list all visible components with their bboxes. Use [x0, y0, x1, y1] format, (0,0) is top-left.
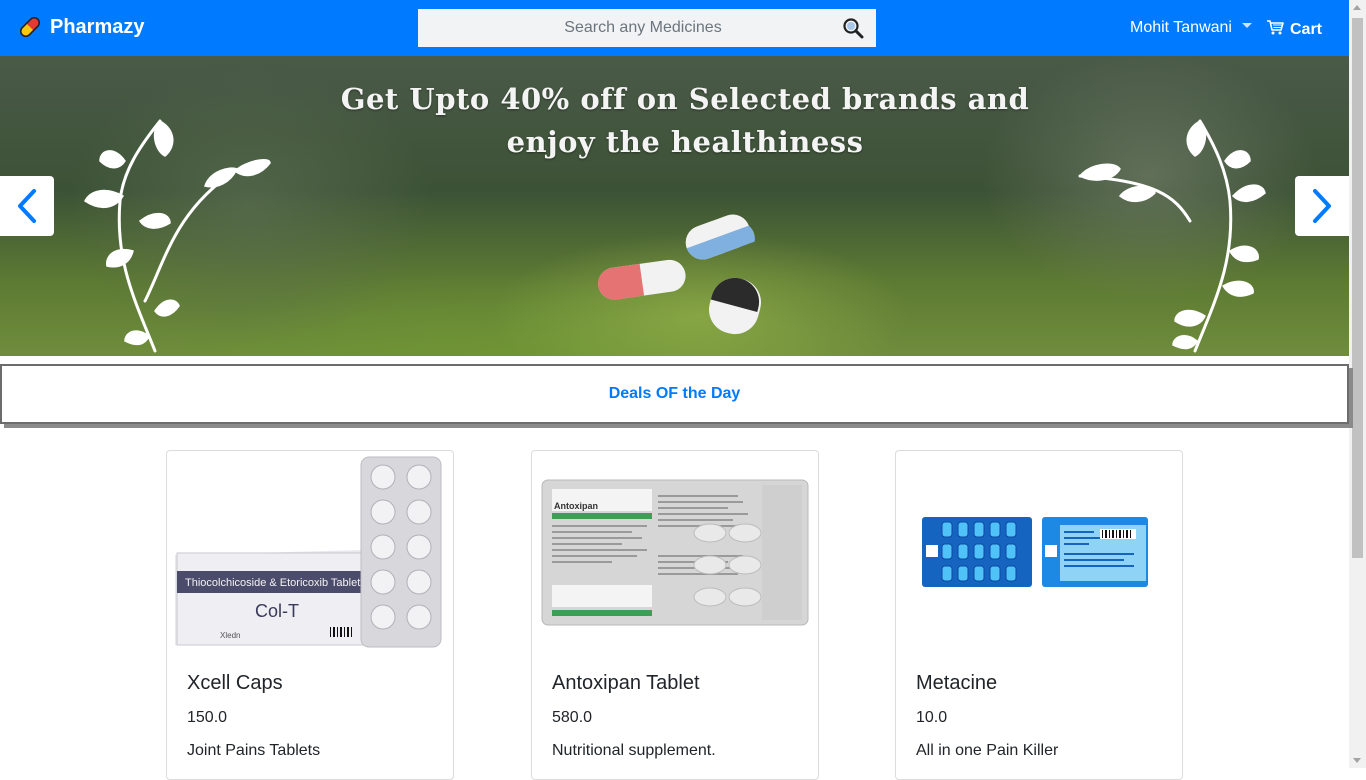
user-menu-dropdown[interactable]: Mohit Tanwani [1130, 19, 1252, 37]
product-image [922, 517, 1148, 587]
product-card[interactable]: Antoxipan Antoxipan Tablet 580.0 Nutriti… [531, 450, 819, 780]
search-bar [418, 9, 876, 47]
scroll-down-icon[interactable] [1353, 758, 1361, 763]
search-input[interactable] [418, 9, 828, 47]
box-name: Col-T [255, 601, 299, 621]
chevron-right-icon [1313, 189, 1331, 223]
leaf-branch-right-icon [1078, 119, 1266, 353]
box-maker: Xledn [220, 631, 240, 640]
product-description: All in one Pain Killer [916, 742, 1059, 759]
leaf-branch-left-icon [84, 119, 271, 353]
capsule-icon [18, 15, 42, 39]
chevron-down-icon [1241, 22, 1252, 28]
product-card[interactable]: Thiocolchicoside & Etoricoxib Tablets Co… [166, 450, 454, 780]
product-name[interactable]: Metacine [916, 672, 997, 695]
product-price: 10.0 [916, 709, 948, 726]
promo-carousel: Get Upto 40% off on Selected brands and … [0, 56, 1349, 356]
carousel-next-button[interactable] [1295, 176, 1349, 236]
product-price: 150.0 [187, 709, 228, 726]
strip-label: Antoxipan [554, 501, 598, 511]
cart-icon [1266, 19, 1284, 40]
page-scrollbar[interactable] [1349, 0, 1366, 768]
product-name[interactable]: Antoxipan Tablet [552, 672, 700, 695]
product-name[interactable]: Xcell Caps [187, 672, 283, 695]
scroll-up-icon[interactable] [1353, 5, 1361, 10]
banner-headline: Get Upto 40% off on Selected brands and … [340, 82, 1030, 159]
chevron-left-icon [18, 189, 36, 223]
brand-name: Pharmazy [50, 15, 145, 38]
product-price: 580.0 [552, 709, 593, 726]
search-icon[interactable] [842, 17, 864, 39]
brand-link[interactable]: Pharmazy [18, 15, 145, 39]
carousel-prev-button[interactable] [0, 176, 54, 236]
box-label: Thiocolchicoside & Etoricoxib Tablets [185, 577, 366, 589]
deals-of-the-day-banner: Deals OF the Day [0, 364, 1349, 424]
scroll-thumb[interactable] [1352, 18, 1363, 558]
deals-of-the-day-link[interactable]: Deals OF the Day [609, 385, 741, 403]
product-card[interactable]: Metacine 10.0 All in one Pain Killer [895, 450, 1183, 780]
cart-link[interactable]: Cart [1266, 19, 1322, 40]
product-description: Joint Pains Tablets [187, 742, 321, 759]
product-description: Nutritional supplement. [552, 742, 716, 759]
product-image: Thiocolchicoside & Etoricoxib Tablets Co… [175, 456, 442, 648]
navbar: Pharmazy Mohit Tanwani Cart [0, 0, 1349, 56]
cart-label: Cart [1290, 20, 1323, 38]
user-name: Mohit Tanwani [1130, 19, 1232, 36]
pills-illustration [598, 214, 762, 335]
product-image: Antoxipan [541, 479, 809, 626]
